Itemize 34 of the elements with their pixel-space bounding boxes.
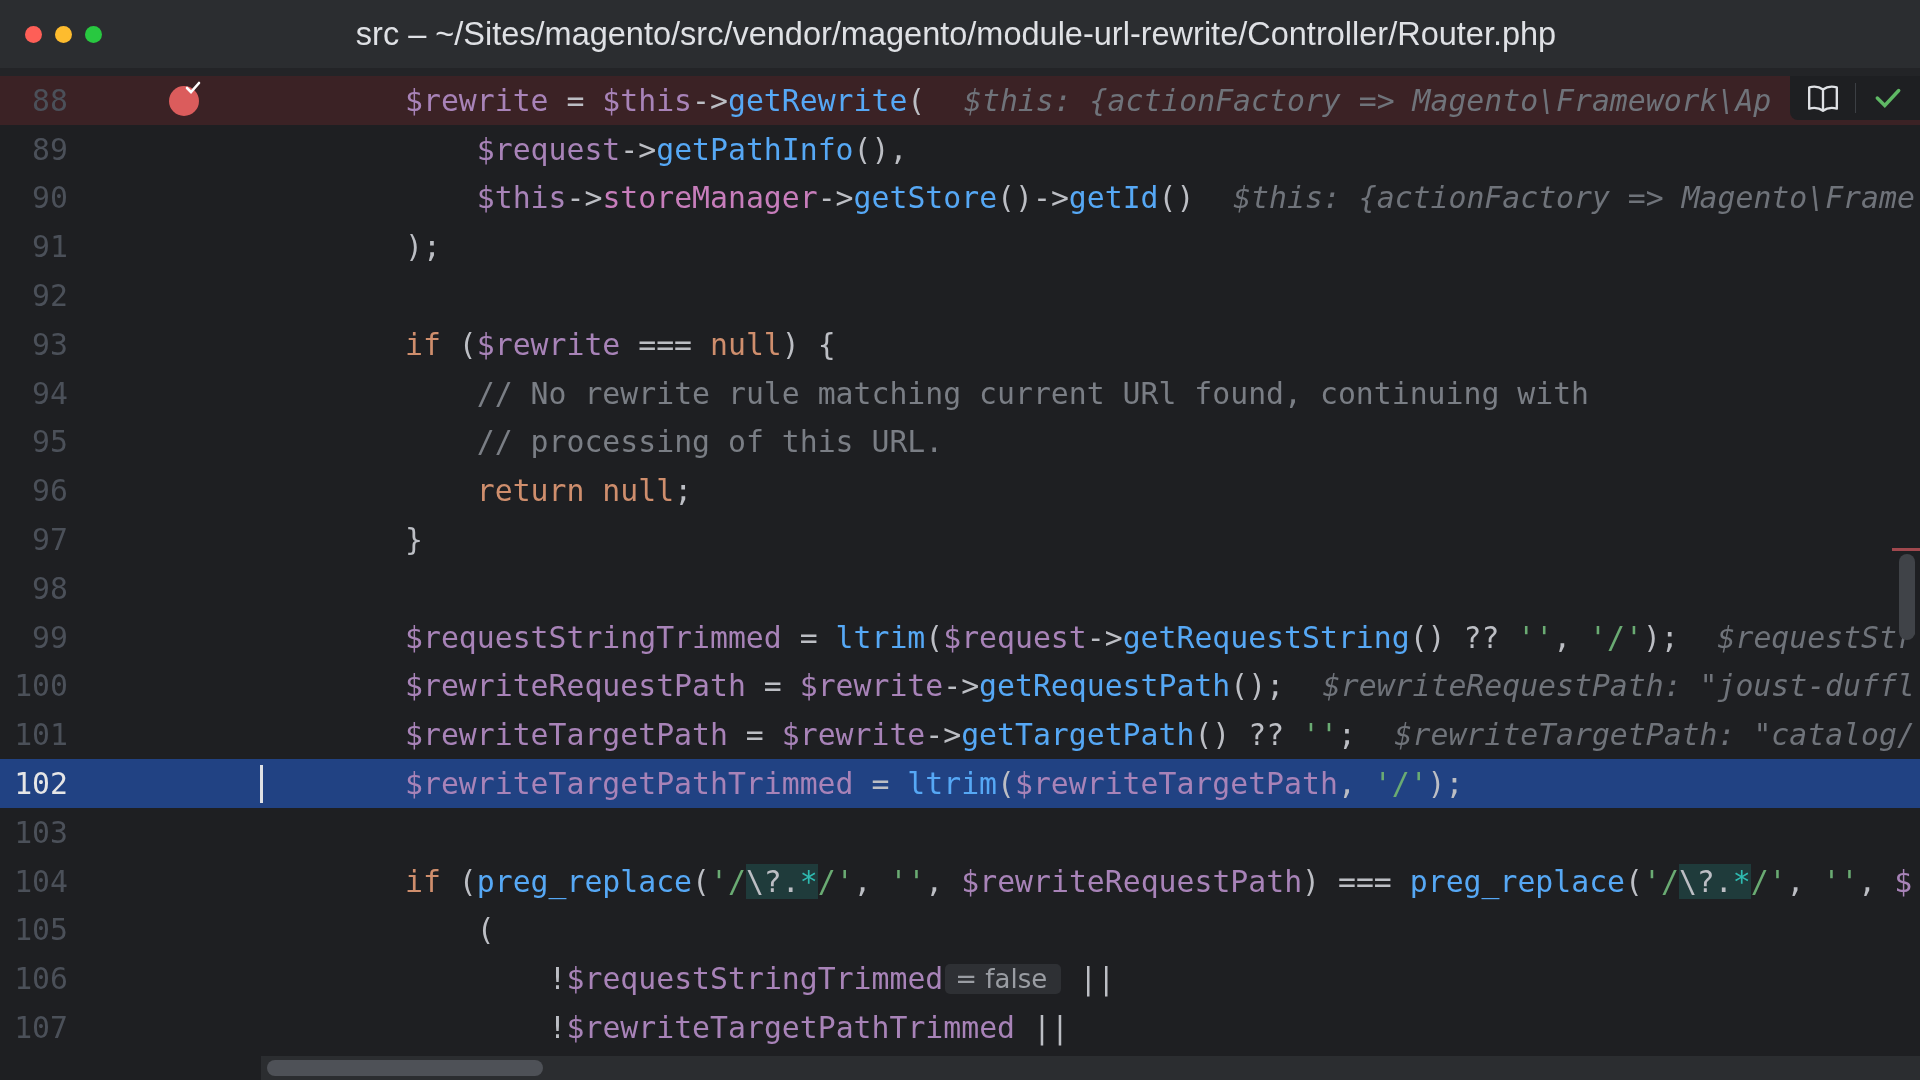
code-line: !$rewriteTargetPathTrimmed || xyxy=(548,1010,1069,1046)
inline-value-hint: $rewriteRequestPath: "joust-duffl xyxy=(1322,668,1915,704)
code-line: || xyxy=(1079,961,1116,997)
code-line: $rewriteTargetPath = $rewrite->getTargetPath() ?? ''; xyxy=(405,717,1356,753)
error-stripe-mark xyxy=(1892,548,1920,551)
code-line: // No rewrite rule matching current URl found, continuing with xyxy=(476,375,1590,411)
code-line: $requestStringTrimmed = ltrim($request->getRequestString() ?? '', '/'); xyxy=(405,619,1679,655)
code-line: if ($rewrite === null) { xyxy=(405,326,836,362)
inline-value-hint: $this: {actionFactory => Magento\Framework\Ap xyxy=(964,82,1772,118)
inline-value-hint: $this: {actionFactory => Magento\Frame xyxy=(1233,180,1915,216)
code-line: // processing of this URL. xyxy=(476,424,944,460)
zoom-button[interactable] xyxy=(85,25,102,43)
book-icon[interactable] xyxy=(1805,83,1840,113)
code-line: return null; xyxy=(476,473,693,509)
text-caret xyxy=(260,765,263,804)
code-line: $rewrite = $this->getRewrite( xyxy=(405,82,926,118)
code-line: } xyxy=(405,522,423,558)
inline-value-badge: = false xyxy=(945,963,1062,994)
inline-value-hint: $requestStr xyxy=(1717,619,1915,655)
line-number: 102 xyxy=(13,766,68,802)
code-line: ( xyxy=(476,912,495,948)
code-line: !$requestStringTrimmed xyxy=(548,961,944,997)
close-button[interactable] xyxy=(25,25,42,43)
code-line: ); xyxy=(405,229,441,265)
minimize-button[interactable] xyxy=(55,25,72,43)
inline-value-hint: $rewriteTargetPath: "catalog/ xyxy=(1394,717,1915,753)
code-line: $rewriteRequestPath = $rewrite->getRequestPath(); xyxy=(405,668,1285,704)
code-line: $this->storeManager->getStore()->getId() xyxy=(476,180,1195,216)
code-line: $request->getPathInfo(), xyxy=(476,131,908,167)
scrollbar-thumb[interactable] xyxy=(267,1060,543,1076)
window-title: src – ~/Sites/magento/src/vendor/magento/module-url-rewrite/Controller/Router.php xyxy=(354,15,1558,53)
code-line: if (preg_replace('/\?.*/', '', $rewriteRequestPath) === preg_replace('/\?.*/', '', $ xyxy=(405,863,1913,899)
code-line: $rewriteTargetPathTrimmed = ltrim($rewriteTargetPath, '/'); xyxy=(405,766,1464,802)
horizontal-scrollbar[interactable] xyxy=(261,1056,1920,1080)
